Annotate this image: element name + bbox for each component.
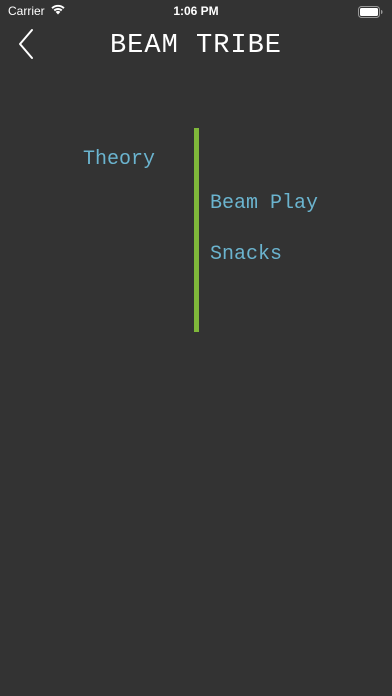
vertical-divider [194,128,199,332]
menu-link-snacks[interactable]: Snacks [210,243,282,267]
menu-link-beam-play[interactable]: Beam Play [210,192,318,216]
menu-link-theory[interactable]: Theory [83,148,155,172]
menu-area: Theory Beam Play Snacks [0,0,392,696]
